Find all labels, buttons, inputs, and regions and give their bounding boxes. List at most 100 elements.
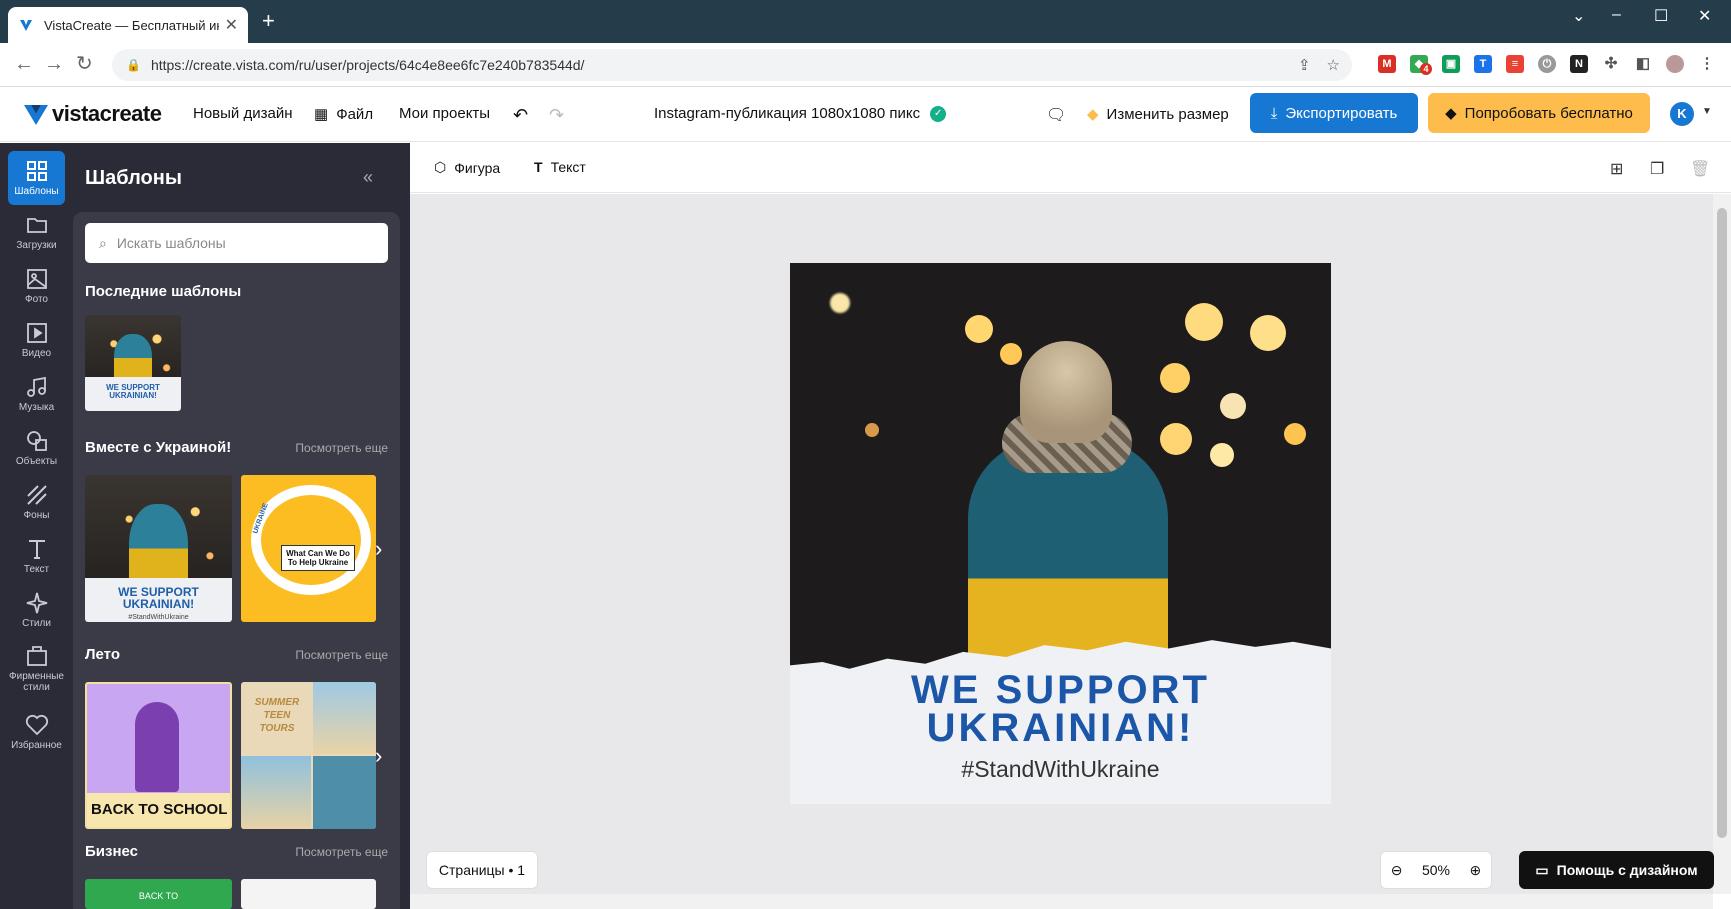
extension-red-icon[interactable]: ≡ <box>1506 55 1524 73</box>
rail-item-favorites[interactable]: Избранное <box>8 705 65 759</box>
pages-button[interactable]: Страницы • 1 <box>426 851 538 889</box>
see-more-business-link[interactable]: Посмотреть еще <box>295 845 388 859</box>
vistacreate-logo-icon <box>24 105 48 125</box>
new-design-label: Новый дизайн <box>193 105 293 122</box>
redo-icon[interactable]: ↷ <box>549 105 564 126</box>
zoom-in-icon[interactable]: ⊕ <box>1470 862 1482 879</box>
text-tool-button[interactable]: T Текст <box>534 159 586 175</box>
new-design-button[interactable]: Новый дизайн <box>193 105 293 122</box>
thumb-beach-decor <box>241 756 311 829</box>
comment-icon[interactable]: 🗨 <box>1046 105 1066 125</box>
scrollbar-thumb[interactable] <box>1717 208 1727 838</box>
gmail-extension-icon[interactable]: M <box>1378 55 1396 73</box>
rail-item-text[interactable]: Текст <box>8 529 65 583</box>
design-canvas[interactable]: WE SUPPORT UKRAINIAN! #StandWithUkraine <box>790 263 1331 804</box>
file-menu-button[interactable]: ▦ Файл <box>314 105 374 124</box>
add-page-icon[interactable]: ⊞ <box>1610 159 1623 179</box>
extension-green-icon[interactable]: ◆ 4 <box>1410 55 1432 75</box>
share-icon[interactable]: ⇪ <box>1298 56 1311 74</box>
bookmark-star-icon[interactable]: ☆ <box>1327 56 1340 74</box>
logo-text: vistacreate <box>52 101 162 126</box>
design-headline[interactable]: WE SUPPORT UKRAINIAN! <box>790 668 1331 748</box>
sidepanel-icon[interactable]: ◧ <box>1634 55 1652 73</box>
url-field[interactable]: 🔒 https://create.vista.com/ru/user/proje… <box>112 49 1352 81</box>
extension-trello-icon[interactable]: T <box>1474 55 1492 73</box>
forward-icon[interactable]: → <box>44 53 64 75</box>
shape-icon: ⬡ <box>434 159 447 175</box>
template-thumb-back-to-school[interactable]: BACK TO SCHOOL <box>85 682 232 829</box>
zoom-level[interactable]: 50% <box>1422 862 1450 878</box>
horizontal-scrollbar[interactable] <box>410 894 1713 909</box>
recent-template-thumb[interactable]: WE SUPPORT UKRAINIAN! <box>85 315 181 411</box>
template-thumb-support[interactable]: WE SUPPORT UKRAINIAN! #StandWithUkraine <box>85 475 232 622</box>
extension-power-icon[interactable]: ⏻ <box>1538 55 1556 73</box>
collapse-panel-icon[interactable]: « <box>363 167 373 188</box>
extension-notion-icon[interactable]: N <box>1570 55 1588 73</box>
duplicate-icon[interactable]: ❐ <box>1650 159 1664 179</box>
window-close-icon[interactable]: ✕ <box>1698 6 1711 26</box>
export-button[interactable]: ⤓ Экспортировать <box>1250 93 1418 133</box>
panel-title: Шаблоны <box>85 167 182 189</box>
rail-item-templates[interactable]: Шаблоны <box>8 151 65 205</box>
tab-search-chevron-icon[interactable]: ⌄ <box>1572 6 1585 26</box>
panel-content: ⌕ Искать шаблоны Последние шаблоны WE SU… <box>73 212 400 909</box>
bokeh-decor <box>865 423 879 437</box>
bokeh-decor <box>1220 393 1246 419</box>
browser-menu-icon[interactable]: ⋮ <box>1698 55 1716 73</box>
see-more-ukraine-link[interactable]: Посмотреть еще <box>295 441 388 455</box>
saved-check-icon: ✓ <box>930 105 947 122</box>
design-help-button[interactable]: ▭ Помощь с дизайном <box>1519 851 1714 889</box>
carousel-next-icon[interactable]: › <box>375 536 382 562</box>
browser-tabbar: VistaCreate — Бесплатный инст ✕ + ⌄ – ☐ … <box>0 0 1731 43</box>
maximize-icon[interactable]: ☐ <box>1654 6 1668 26</box>
trash-icon[interactable]: 🗑 <box>1690 159 1710 179</box>
rail-item-video[interactable]: Видео <box>8 313 65 367</box>
template-thumb-business[interactable]: BACK TO <box>85 879 232 909</box>
user-avatar[interactable]: K <box>1670 102 1694 126</box>
rail-item-backgrounds[interactable]: Фоны <box>8 475 65 529</box>
rail-item-photos[interactable]: Фото <box>8 259 65 313</box>
carousel-next-icon[interactable]: › <box>375 743 382 769</box>
template-thumb-business-2[interactable] <box>241 879 376 909</box>
thumb-person-decor <box>135 702 179 792</box>
back-icon[interactable]: ← <box>14 53 34 75</box>
vertical-scrollbar[interactable] <box>1713 194 1731 894</box>
undo-icon[interactable]: ↶ <box>513 105 528 126</box>
try-free-button[interactable]: ◆ Попробовать бесплатно <box>1428 93 1650 133</box>
template-search-input[interactable]: ⌕ Искать шаблоны <box>85 223 388 263</box>
design-headline-line-1: WE SUPPORT <box>911 668 1210 712</box>
profile-avatar-icon[interactable] <box>1666 55 1684 73</box>
minimize-icon[interactable]: – <box>1612 6 1621 24</box>
shape-tool-button[interactable]: ⬡ Фигура <box>434 159 500 176</box>
tab-close-icon[interactable]: ✕ <box>225 15 238 35</box>
vistacreate-logo[interactable]: vistacreate <box>24 101 162 127</box>
zoom-out-icon[interactable]: ⊖ <box>1391 862 1403 879</box>
template-thumb-summer-tours[interactable]: SUMMER TEEN TOURS <box>241 682 376 829</box>
see-more-summer-link[interactable]: Посмотреть еще <box>295 648 388 662</box>
document-title[interactable]: Instagram-публикация 1080x1080 пикс ✓ <box>654 105 947 122</box>
extensions-puzzle-icon[interactable]: ✣ <box>1602 55 1620 73</box>
person-head-decor <box>1020 341 1112 443</box>
design-hashtag[interactable]: #StandWithUkraine <box>790 756 1331 783</box>
lock-icon: 🔒 <box>126 58 141 72</box>
resize-button[interactable]: ◆ Изменить размер <box>1087 105 1229 124</box>
rail-item-uploads[interactable]: Загрузки <box>8 205 65 259</box>
grid-icon: ▦ <box>314 106 329 123</box>
my-projects-button[interactable]: Мои проекты <box>399 105 490 122</box>
chevron-down-icon[interactable]: ▼ <box>1702 106 1712 117</box>
new-tab-icon[interactable]: + <box>262 10 275 32</box>
template-thumb-help-ukraine[interactable]: UKRAINE What Can We Do To Help Ukraine <box>241 475 376 622</box>
extension-photo-icon[interactable]: ▣ <box>1442 55 1460 73</box>
templates-panel: Шаблоны « ⌕ Искать шаблоны Последние шаб… <box>73 143 410 909</box>
thumb-ring-decor <box>251 485 371 595</box>
rail-item-brand-kits[interactable]: Фирменные стили <box>8 637 65 699</box>
recent-templates-title: Последние шаблоны <box>85 283 242 300</box>
rail-label: Фото <box>25 294 48 305</box>
rail-label: Избранное <box>11 740 62 751</box>
reload-icon[interactable]: ↻ <box>76 53 93 75</box>
file-label: Файл <box>336 105 374 123</box>
rail-item-objects[interactable]: Объекты <box>8 421 65 475</box>
rail-item-styles[interactable]: Стили <box>8 583 65 637</box>
browser-tab[interactable]: VistaCreate — Бесплатный инст ✕ <box>8 7 248 43</box>
rail-item-music[interactable]: Музыка <box>8 367 65 421</box>
